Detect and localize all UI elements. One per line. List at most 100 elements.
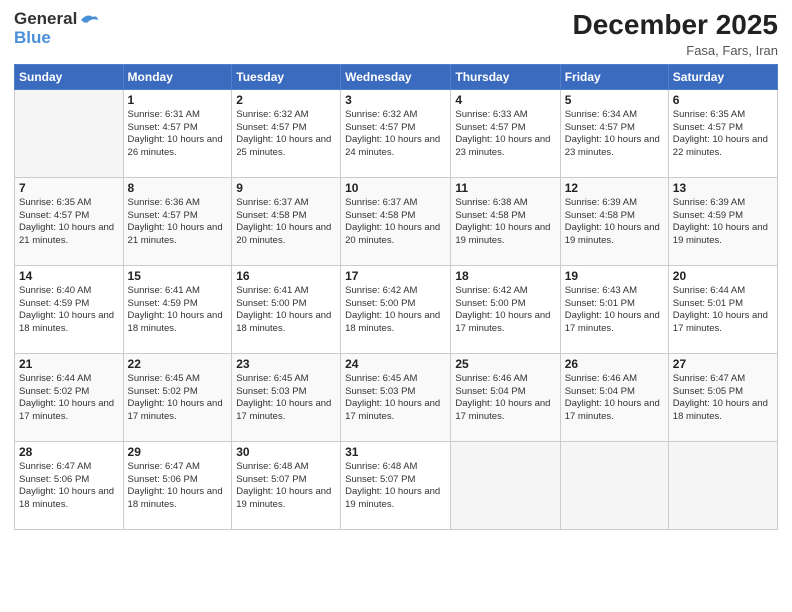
daylight-text: Daylight: 10 hours and 18 minutes. [128, 486, 223, 510]
sunrise-text: Sunrise: 6:47 AM [19, 461, 91, 472]
logo-blue: Blue [14, 29, 99, 48]
sunrise-text: Sunrise: 6:45 AM [345, 373, 417, 384]
calendar-day-cell: 29 Sunrise: 6:47 AM Sunset: 5:06 PM Dayl… [123, 441, 232, 529]
sunrise-text: Sunrise: 6:41 AM [236, 285, 308, 296]
day-details: Sunrise: 6:34 AM Sunset: 4:57 PM Dayligh… [565, 109, 664, 160]
day-details: Sunrise: 6:43 AM Sunset: 5:01 PM Dayligh… [565, 285, 664, 336]
calendar-day-cell [668, 441, 777, 529]
calendar-day-cell: 3 Sunrise: 6:32 AM Sunset: 4:57 PM Dayli… [341, 89, 451, 177]
calendar-day-cell: 24 Sunrise: 6:45 AM Sunset: 5:03 PM Dayl… [341, 353, 451, 441]
day-number: 31 [345, 445, 446, 459]
daylight-text: Daylight: 10 hours and 20 minutes. [236, 222, 331, 246]
daylight-text: Daylight: 10 hours and 19 minutes. [565, 222, 660, 246]
calendar-day-cell: 11 Sunrise: 6:38 AM Sunset: 4:58 PM Dayl… [451, 177, 560, 265]
logo-general: General [14, 10, 99, 29]
sunrise-text: Sunrise: 6:41 AM [128, 285, 200, 296]
sunset-text: Sunset: 5:02 PM [128, 386, 198, 397]
sunset-text: Sunset: 5:00 PM [236, 298, 306, 309]
day-number: 9 [236, 181, 336, 195]
daylight-text: Daylight: 10 hours and 24 minutes. [345, 134, 440, 158]
day-number: 10 [345, 181, 446, 195]
day-number: 26 [565, 357, 664, 371]
sunrise-text: Sunrise: 6:47 AM [673, 373, 745, 384]
month-year-title: December 2025 [573, 10, 778, 41]
sunrise-text: Sunrise: 6:31 AM [128, 109, 200, 120]
sunrise-text: Sunrise: 6:33 AM [455, 109, 527, 120]
calendar-week-row: 7 Sunrise: 6:35 AM Sunset: 4:57 PM Dayli… [15, 177, 778, 265]
sunset-text: Sunset: 4:57 PM [345, 122, 415, 133]
calendar-day-cell: 23 Sunrise: 6:45 AM Sunset: 5:03 PM Dayl… [232, 353, 341, 441]
sunset-text: Sunset: 4:59 PM [128, 298, 198, 309]
daylight-text: Daylight: 10 hours and 19 minutes. [455, 222, 550, 246]
sunset-text: Sunset: 4:57 PM [673, 122, 743, 133]
day-number: 22 [128, 357, 228, 371]
day-details: Sunrise: 6:39 AM Sunset: 4:59 PM Dayligh… [673, 197, 773, 248]
sunrise-text: Sunrise: 6:37 AM [236, 197, 308, 208]
calendar-day-cell: 2 Sunrise: 6:32 AM Sunset: 4:57 PM Dayli… [232, 89, 341, 177]
header: General Blue December 2025 Fasa, Fars, I… [14, 10, 778, 58]
sunset-text: Sunset: 4:57 PM [19, 210, 89, 221]
col-saturday: Saturday [668, 64, 777, 89]
day-number: 16 [236, 269, 336, 283]
sunrise-text: Sunrise: 6:46 AM [455, 373, 527, 384]
col-thursday: Thursday [451, 64, 560, 89]
day-number: 25 [455, 357, 555, 371]
day-details: Sunrise: 6:45 AM Sunset: 5:03 PM Dayligh… [345, 373, 446, 424]
calendar-day-cell: 31 Sunrise: 6:48 AM Sunset: 5:07 PM Dayl… [341, 441, 451, 529]
calendar-week-row: 14 Sunrise: 6:40 AM Sunset: 4:59 PM Dayl… [15, 265, 778, 353]
day-details: Sunrise: 6:37 AM Sunset: 4:58 PM Dayligh… [345, 197, 446, 248]
sunset-text: Sunset: 4:58 PM [455, 210, 525, 221]
calendar-week-row: 1 Sunrise: 6:31 AM Sunset: 4:57 PM Dayli… [15, 89, 778, 177]
day-number: 19 [565, 269, 664, 283]
day-number: 21 [19, 357, 119, 371]
calendar-day-cell: 6 Sunrise: 6:35 AM Sunset: 4:57 PM Dayli… [668, 89, 777, 177]
daylight-text: Daylight: 10 hours and 17 minutes. [455, 398, 550, 422]
sunset-text: Sunset: 5:06 PM [128, 474, 198, 485]
logo-text: General Blue [14, 10, 99, 47]
sunrise-text: Sunrise: 6:39 AM [565, 197, 637, 208]
day-details: Sunrise: 6:35 AM Sunset: 4:57 PM Dayligh… [673, 109, 773, 160]
col-wednesday: Wednesday [341, 64, 451, 89]
day-number: 28 [19, 445, 119, 459]
sunrise-text: Sunrise: 6:32 AM [236, 109, 308, 120]
day-details: Sunrise: 6:46 AM Sunset: 5:04 PM Dayligh… [455, 373, 555, 424]
sunset-text: Sunset: 4:58 PM [565, 210, 635, 221]
calendar-day-cell: 30 Sunrise: 6:48 AM Sunset: 5:07 PM Dayl… [232, 441, 341, 529]
sunrise-text: Sunrise: 6:36 AM [128, 197, 200, 208]
calendar-day-cell: 25 Sunrise: 6:46 AM Sunset: 5:04 PM Dayl… [451, 353, 560, 441]
day-details: Sunrise: 6:42 AM Sunset: 5:00 PM Dayligh… [455, 285, 555, 336]
day-number: 20 [673, 269, 773, 283]
sunrise-text: Sunrise: 6:35 AM [673, 109, 745, 120]
calendar-header-row: Sunday Monday Tuesday Wednesday Thursday… [15, 64, 778, 89]
calendar-day-cell: 1 Sunrise: 6:31 AM Sunset: 4:57 PM Dayli… [123, 89, 232, 177]
calendar-table: Sunday Monday Tuesday Wednesday Thursday… [14, 64, 778, 530]
sunset-text: Sunset: 5:06 PM [19, 474, 89, 485]
daylight-text: Daylight: 10 hours and 18 minutes. [19, 310, 114, 334]
logo: General Blue [14, 10, 99, 47]
day-details: Sunrise: 6:37 AM Sunset: 4:58 PM Dayligh… [236, 197, 336, 248]
day-number: 12 [565, 181, 664, 195]
sunset-text: Sunset: 5:01 PM [565, 298, 635, 309]
sunrise-text: Sunrise: 6:38 AM [455, 197, 527, 208]
daylight-text: Daylight: 10 hours and 18 minutes. [19, 486, 114, 510]
calendar-day-cell: 12 Sunrise: 6:39 AM Sunset: 4:58 PM Dayl… [560, 177, 668, 265]
calendar-day-cell: 26 Sunrise: 6:46 AM Sunset: 5:04 PM Dayl… [560, 353, 668, 441]
sunrise-text: Sunrise: 6:34 AM [565, 109, 637, 120]
title-block: December 2025 Fasa, Fars, Iran [573, 10, 778, 58]
sunrise-text: Sunrise: 6:48 AM [236, 461, 308, 472]
calendar-day-cell: 28 Sunrise: 6:47 AM Sunset: 5:06 PM Dayl… [15, 441, 124, 529]
daylight-text: Daylight: 10 hours and 18 minutes. [236, 310, 331, 334]
calendar-day-cell: 8 Sunrise: 6:36 AM Sunset: 4:57 PM Dayli… [123, 177, 232, 265]
day-number: 29 [128, 445, 228, 459]
calendar-day-cell: 7 Sunrise: 6:35 AM Sunset: 4:57 PM Dayli… [15, 177, 124, 265]
sunset-text: Sunset: 5:07 PM [236, 474, 306, 485]
daylight-text: Daylight: 10 hours and 17 minutes. [128, 398, 223, 422]
sunrise-text: Sunrise: 6:47 AM [128, 461, 200, 472]
calendar-week-row: 21 Sunrise: 6:44 AM Sunset: 5:02 PM Dayl… [15, 353, 778, 441]
daylight-text: Daylight: 10 hours and 23 minutes. [565, 134, 660, 158]
day-details: Sunrise: 6:42 AM Sunset: 5:00 PM Dayligh… [345, 285, 446, 336]
daylight-text: Daylight: 10 hours and 19 minutes. [673, 222, 768, 246]
daylight-text: Daylight: 10 hours and 17 minutes. [565, 310, 660, 334]
day-number: 24 [345, 357, 446, 371]
daylight-text: Daylight: 10 hours and 17 minutes. [565, 398, 660, 422]
